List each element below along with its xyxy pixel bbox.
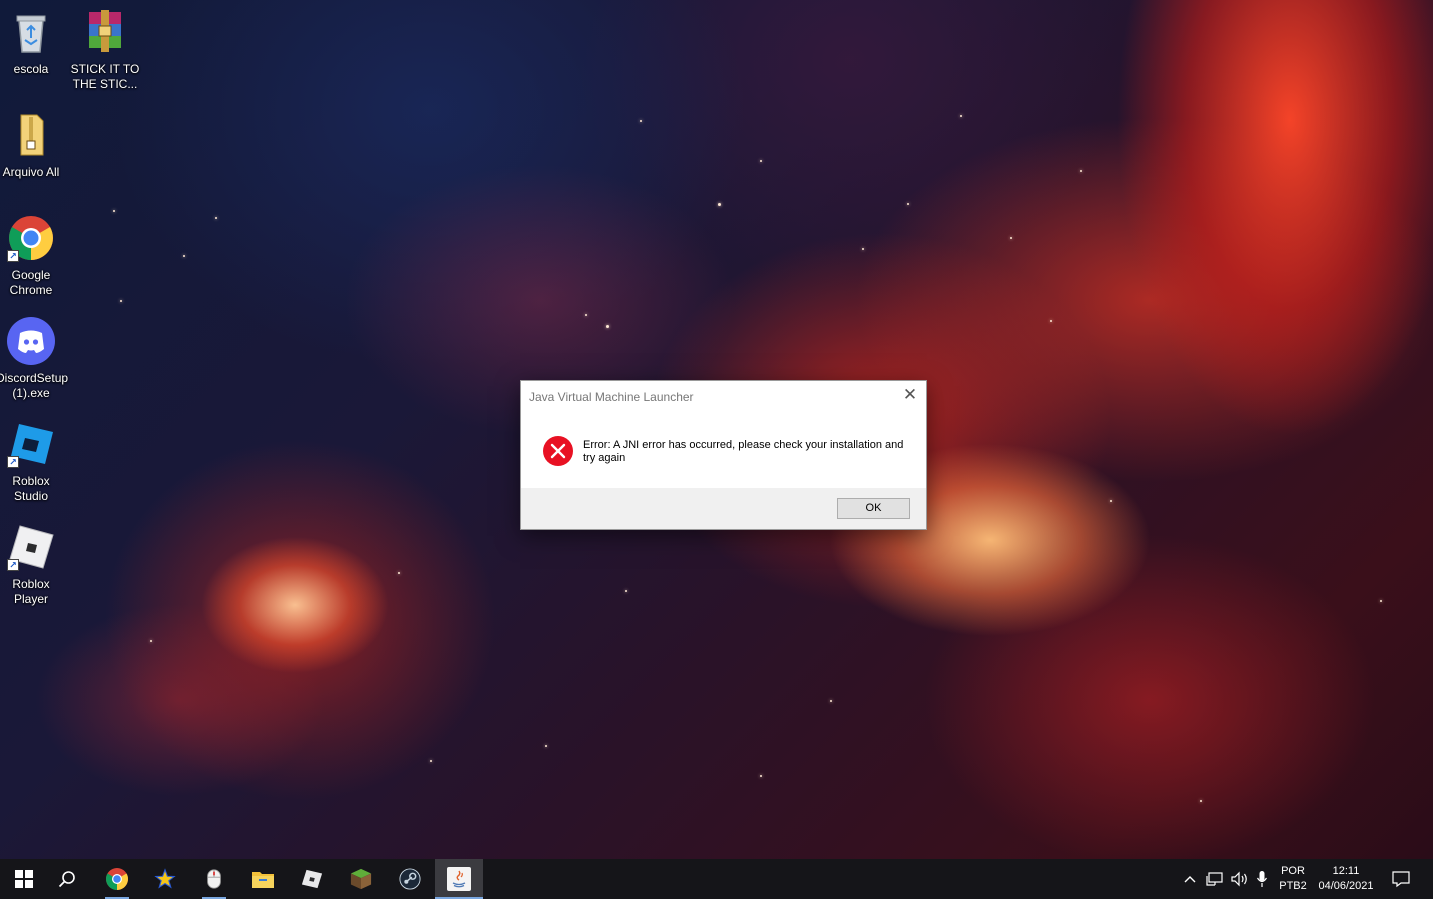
minecraft-taskbar[interactable] (337, 859, 385, 899)
chrome-icon (106, 868, 128, 890)
speaker-icon (1231, 871, 1247, 887)
start-button[interactable] (0, 859, 48, 899)
chrome-icon: ↗ (7, 214, 55, 262)
recycle-bin-icon (7, 8, 55, 56)
star (398, 572, 400, 574)
star (183, 255, 185, 257)
microphone-icon (1256, 871, 1268, 887)
network-button[interactable] (1203, 859, 1227, 899)
desktop-icon-roblox-studio[interactable]: ↗ Roblox Studio (0, 420, 66, 504)
star (760, 775, 762, 777)
roblox-studio-icon: ↗ (7, 420, 55, 468)
roblox-taskbar[interactable] (288, 859, 336, 899)
clock-date: 04/06/2021 (1318, 880, 1374, 892)
star (760, 160, 762, 162)
star (113, 210, 115, 212)
notification-icon (1392, 871, 1410, 888)
mouse-app-taskbar[interactable] (190, 859, 238, 899)
minecraft-icon (350, 868, 372, 890)
desktop-icon-escola[interactable]: escola (0, 8, 66, 77)
desktop-icon-label: escola (13, 62, 49, 76)
star (1080, 170, 1082, 172)
star (1010, 237, 1012, 239)
star-app-taskbar[interactable] (141, 859, 189, 899)
roblox-player-icon: ↗ (7, 523, 55, 571)
star (606, 325, 609, 328)
shortcut-arrow-icon: ↗ (7, 456, 19, 468)
star (545, 745, 547, 747)
search-button[interactable] (43, 859, 91, 899)
winrar-archive-icon (81, 8, 129, 56)
star (215, 217, 217, 219)
clock[interactable]: 12:11 04/06/2021 (1312, 864, 1380, 894)
java-taskbar[interactable] (435, 859, 483, 899)
desktop-icon-roblox-player[interactable]: ↗ Roblox Player (0, 523, 66, 607)
desktop-icon-stick-it[interactable]: STICK IT TO THE STIC... (70, 8, 140, 92)
show-hidden-icons-button[interactable] (1180, 859, 1200, 899)
desktop-icon-label: Arquivo All (2, 165, 60, 179)
action-center-button[interactable] (1387, 859, 1415, 899)
close-button[interactable]: ✕ (894, 381, 926, 411)
keyboard-layout: PTB2 (1279, 880, 1307, 892)
star (1050, 320, 1052, 322)
error-dialog: Java Virtual Machine Launcher ✕ Error: A… (520, 380, 927, 530)
star (830, 700, 832, 702)
language-indicator[interactable]: POR PTB2 (1276, 864, 1310, 894)
error-message: Error: A JNI error has occurred, please … (583, 439, 904, 464)
dialog-titlebar[interactable]: Java Virtual Machine Launcher ✕ (521, 381, 926, 411)
ok-button[interactable]: OK (837, 498, 910, 519)
clock-time: 12:11 (1332, 865, 1360, 877)
volume-button[interactable] (1228, 859, 1252, 899)
star (120, 300, 122, 302)
star (1200, 800, 1202, 802)
roblox-icon (301, 869, 323, 889)
star (907, 203, 909, 205)
error-icon (542, 435, 574, 467)
star (430, 760, 432, 762)
folder-icon (252, 872, 274, 888)
steam-taskbar[interactable] (386, 859, 434, 899)
dialog-title: Java Virtual Machine Launcher (529, 390, 694, 404)
chevron-up-icon (1184, 876, 1196, 883)
star (150, 640, 152, 642)
shortcut-arrow-icon: ↗ (7, 250, 19, 262)
taskbar: POR PTB2 12:11 04/06/2021 (0, 859, 1433, 899)
java-icon (447, 867, 471, 891)
windows-logo-icon (15, 870, 33, 888)
star-icon (154, 868, 176, 889)
desktop-icon-label: Google Chrome (9, 268, 53, 297)
language-code: POR (1281, 865, 1305, 877)
dialog-footer: OK (521, 488, 926, 529)
dialog-body: Error: A JNI error has occurred, please … (521, 411, 926, 489)
star (1110, 500, 1112, 502)
network-icon (1206, 872, 1223, 886)
desktop-icon-google-chrome[interactable]: ↗ Google Chrome (0, 214, 66, 298)
star (718, 203, 721, 206)
desktop-icon-discord-setup[interactable]: DiscordSetup (1).exe (0, 317, 69, 401)
discord-icon (7, 317, 55, 365)
desktop-icon-label: DiscordSetup (1).exe (0, 371, 69, 400)
folder-zip-icon (7, 111, 55, 159)
desktop-icon-label: STICK IT TO THE STIC... (70, 62, 140, 91)
file-explorer-taskbar[interactable] (239, 859, 287, 899)
shortcut-arrow-icon: ↗ (7, 559, 19, 571)
desktop-icon-label: Roblox Player (12, 577, 50, 606)
desktop-icon-arquivo-all[interactable]: Arquivo All (0, 111, 66, 180)
search-icon (58, 871, 75, 888)
microphone-button[interactable] (1252, 859, 1272, 899)
star (960, 115, 962, 117)
star (862, 248, 864, 250)
chrome-taskbar[interactable] (93, 859, 141, 899)
star (640, 120, 642, 122)
star (625, 590, 627, 592)
mouse-icon (207, 869, 221, 889)
star (585, 314, 587, 316)
steam-icon (399, 868, 421, 890)
desktop-icon-label: Roblox Studio (12, 474, 50, 503)
star (1380, 600, 1382, 602)
